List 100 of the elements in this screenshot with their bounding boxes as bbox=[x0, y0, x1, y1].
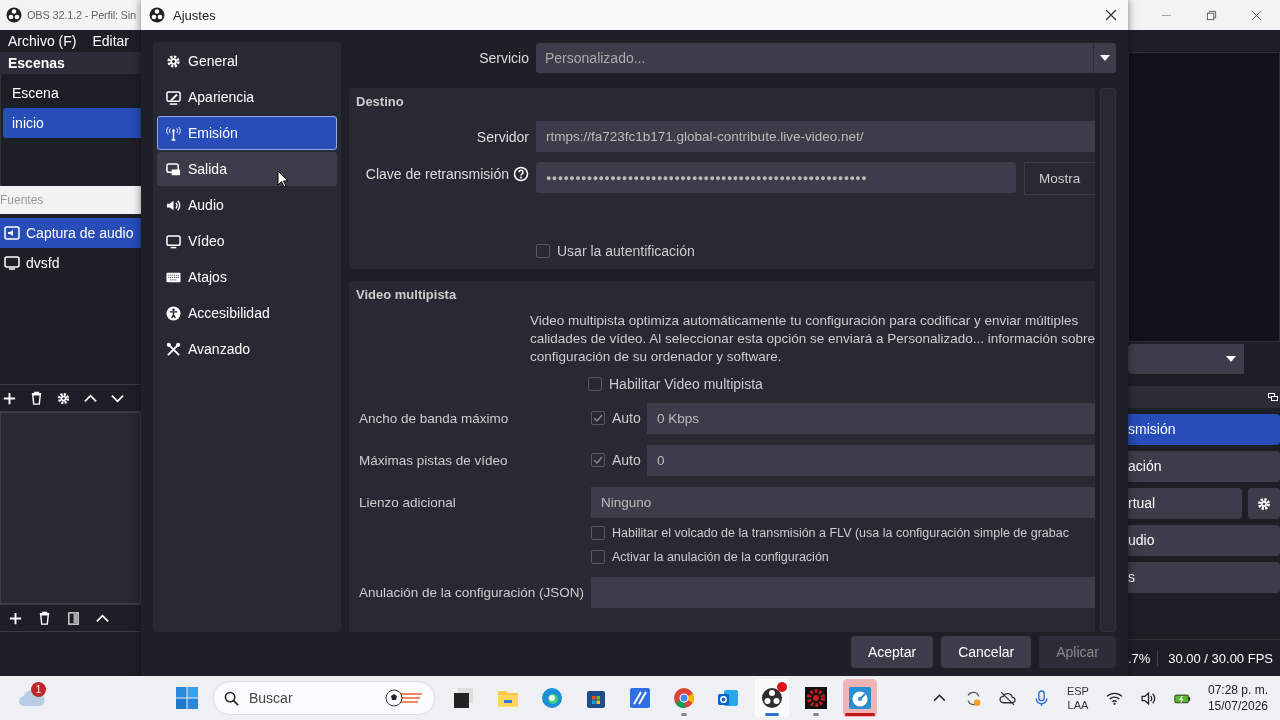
search-icon bbox=[224, 690, 239, 706]
soccer-ball-icon bbox=[384, 688, 424, 708]
monitor-icon bbox=[4, 255, 20, 271]
control-button[interactable]: smisión bbox=[1128, 414, 1280, 445]
menu-item[interactable]: Editar bbox=[92, 33, 130, 49]
fps-reading: 30.00 / 30.00 FPS bbox=[1157, 650, 1280, 666]
stream-key-field[interactable]: ●●●●●●●●●●●●●●●●●●●●●●●●●●●●●●●●●●●●●●●●●●●●●●●●●●●●●●● bbox=[536, 162, 1016, 193]
close-icon[interactable] bbox=[1105, 9, 1117, 21]
checkbox-label: Activar la anulación de la configuración bbox=[612, 550, 829, 564]
sidebar-item[interactable]: Salida bbox=[157, 152, 337, 186]
dock-title: Fuentes bbox=[0, 193, 44, 207]
dialog-title: Ajustes bbox=[173, 7, 216, 23]
source-label: dvsfd bbox=[26, 255, 60, 271]
checkbox-label: Usar la autentificación bbox=[557, 243, 695, 259]
sidebar-item[interactable]: Atajos bbox=[157, 260, 337, 294]
tools-icon bbox=[166, 341, 181, 357]
menu-item[interactable]: Archivo (F) bbox=[8, 33, 77, 49]
search-field[interactable]: Buscar bbox=[213, 681, 435, 715]
show-button[interactable]: Mostra bbox=[1024, 162, 1095, 195]
app-icon bbox=[628, 686, 652, 710]
source-label: Captura de audio bbox=[26, 225, 134, 241]
obs-logo-icon bbox=[149, 7, 165, 23]
checkbox-label: Auto bbox=[612, 410, 641, 426]
trash-icon[interactable] bbox=[29, 390, 44, 406]
settings-icon[interactable] bbox=[56, 390, 71, 406]
sidebar-item[interactable]: Avanzado bbox=[157, 332, 337, 366]
cursor-icon bbox=[277, 170, 289, 188]
canvas-dropdown[interactable]: Ninguno bbox=[591, 486, 1095, 518]
speaker-icon bbox=[4, 225, 20, 241]
checkbox[interactable] bbox=[591, 550, 605, 564]
caret-icon bbox=[1100, 55, 1110, 61]
sidebar-item[interactable]: Apariencia bbox=[157, 80, 337, 114]
accessibility-icon bbox=[166, 305, 181, 321]
antenna-icon bbox=[166, 125, 181, 141]
checkbox-label: Habilitar Video multipista bbox=[609, 376, 763, 392]
close-icon[interactable] bbox=[1251, 9, 1262, 21]
field-label: Lienzo adicional bbox=[358, 494, 457, 510]
checkbox-label: Auto bbox=[612, 452, 641, 468]
field-label: Servidor bbox=[475, 128, 529, 145]
control-button[interactable]: udio bbox=[1128, 525, 1280, 556]
source-item[interactable]: Captura de audio bbox=[0, 218, 141, 248]
json-field[interactable] bbox=[591, 576, 1095, 608]
obs-logo-icon bbox=[760, 686, 784, 710]
dock-title: Escenas bbox=[8, 55, 65, 71]
description-text: Video multipista optimiza automáticamente tu configuración para codificar y enviar múltiples calidades de vídeo. Al seleccionar esta opción se enviará a Personalizado... información sobre configuración de su ordenador y software. bbox=[530, 312, 1095, 366]
sidebar-item[interactable]: Audio bbox=[157, 188, 337, 222]
source-item[interactable]: dvsfd bbox=[0, 248, 141, 278]
clock[interactable]: 07:28 p. m. 15/07/2026 bbox=[1207, 682, 1268, 714]
browser-icon bbox=[672, 686, 696, 710]
settings-button[interactable] bbox=[1248, 488, 1280, 519]
dialog-button[interactable]: Aceptar bbox=[850, 636, 934, 668]
taskbar-app[interactable] bbox=[843, 679, 877, 717]
task-view-icon bbox=[452, 686, 476, 710]
section-title: Destino bbox=[356, 94, 405, 109]
gear-icon bbox=[166, 53, 181, 69]
help-icon[interactable] bbox=[513, 166, 529, 182]
dialog-button[interactable]: Cancelar bbox=[941, 636, 1032, 668]
taskbar-app[interactable] bbox=[755, 679, 789, 717]
section-title: Video multipista bbox=[356, 287, 458, 302]
checkbox[interactable] bbox=[591, 453, 605, 467]
add-icon[interactable] bbox=[2, 390, 17, 406]
sidebar-item[interactable]: General bbox=[157, 44, 337, 78]
checkbox[interactable] bbox=[591, 411, 605, 425]
browser-icon bbox=[540, 686, 564, 710]
control-button[interactable]: s bbox=[1128, 562, 1280, 593]
output-icon bbox=[166, 161, 181, 177]
undock-icon[interactable] bbox=[1268, 393, 1278, 401]
window-title: OBS 32.1.2 - Perfil: Sin bbox=[27, 9, 136, 21]
obs-logo-icon bbox=[6, 7, 22, 23]
restore-icon[interactable] bbox=[1206, 9, 1217, 21]
cpu-usage: .7% bbox=[1128, 650, 1151, 666]
sidebar-item[interactable]: Accesibilidad bbox=[157, 296, 337, 330]
language-indicator[interactable]: ESP LAA bbox=[1066, 684, 1089, 712]
monitor-icon bbox=[166, 233, 181, 249]
trash-icon[interactable] bbox=[37, 610, 52, 626]
field-label: Ancho de banda máximo bbox=[358, 410, 510, 426]
field-label: Servicio bbox=[478, 50, 529, 66]
sidebar-item[interactable]: Emisión bbox=[157, 116, 337, 150]
value-field[interactable]: 0 Kbps bbox=[647, 402, 1095, 434]
control-button[interactable]: rtual bbox=[1128, 488, 1242, 519]
cloud-off-icon[interactable] bbox=[998, 689, 1016, 707]
checkbox[interactable] bbox=[536, 244, 550, 258]
field-label: Máximas pistas de vídeo bbox=[358, 452, 509, 468]
filter-icon[interactable] bbox=[66, 610, 81, 626]
start-icon[interactable] bbox=[175, 686, 199, 710]
notification-badge: 1 bbox=[31, 682, 46, 697]
service-dropdown[interactable]: Personalizado... bbox=[536, 43, 1116, 73]
gear-icon bbox=[804, 686, 828, 710]
scene-item[interactable]: Escena bbox=[3, 78, 141, 108]
server-field[interactable]: rtmps://fa723fc1b171.global-contribute.live-video.net/ bbox=[536, 121, 1095, 152]
volume-icon[interactable] bbox=[1139, 689, 1157, 707]
monitor-brush-icon bbox=[166, 89, 181, 105]
checkbox[interactable] bbox=[591, 526, 605, 540]
checkbox[interactable] bbox=[588, 377, 602, 391]
add-icon[interactable] bbox=[8, 610, 23, 626]
control-button[interactable]: ación bbox=[1128, 451, 1280, 482]
sidebar-item[interactable]: Vídeo bbox=[157, 224, 337, 258]
field-label: Clave de retransmisión bbox=[365, 166, 509, 182]
scene-item[interactable]: inicio bbox=[3, 108, 141, 138]
value-field[interactable]: 0 bbox=[647, 444, 1095, 476]
